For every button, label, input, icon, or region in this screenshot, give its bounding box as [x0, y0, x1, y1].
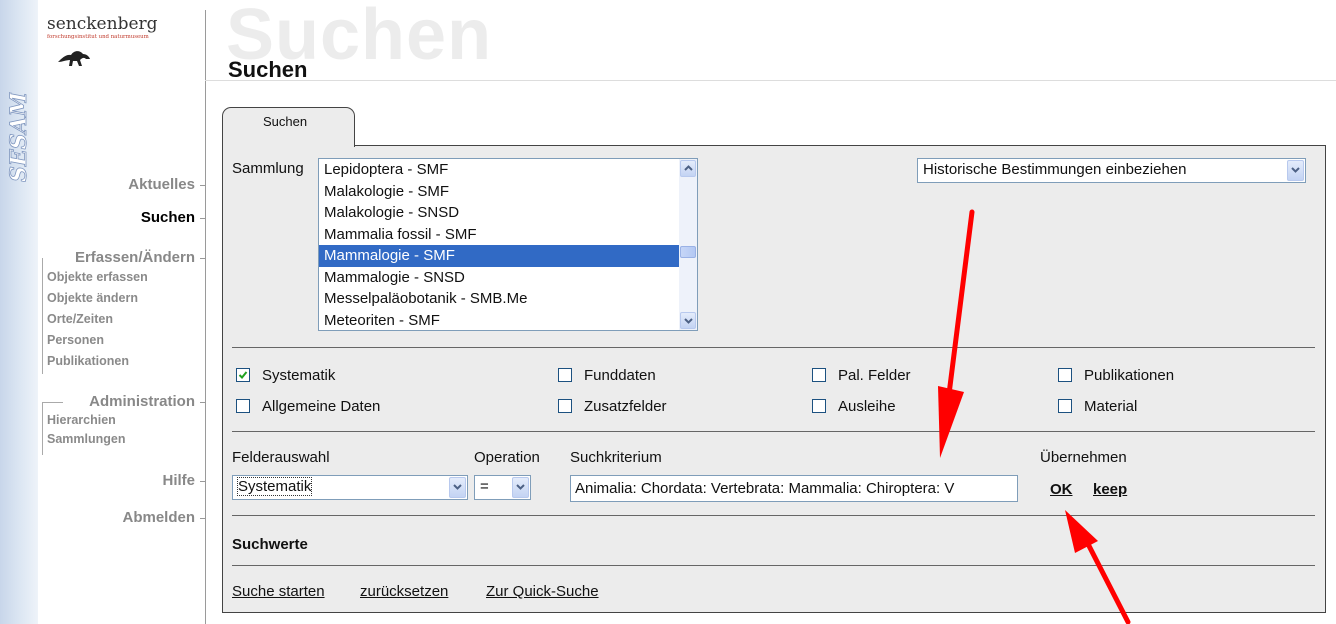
nav-group-bracket — [42, 258, 43, 374]
nav-tick — [200, 481, 205, 482]
pal-felder-checkbox[interactable] — [812, 368, 826, 382]
chevron-down-icon — [516, 484, 525, 490]
publikationen-label: Publikationen — [1084, 367, 1175, 384]
divider — [232, 431, 1315, 432]
systematik-label: Systematik — [262, 367, 336, 384]
dropdown-button[interactable] — [1287, 160, 1304, 181]
nav-sammlungen[interactable]: Sammlungen — [47, 432, 126, 446]
chevron-up-icon — [684, 165, 693, 171]
dropdown-button[interactable] — [449, 477, 466, 498]
suchkriterium-input[interactable]: Animalia: Chordata: Vertebrata: Mammalia… — [570, 475, 1018, 502]
sammlung-label: Sammlung — [232, 160, 304, 177]
ok-link[interactable]: OK — [1050, 481, 1073, 498]
nav-administration[interactable]: Administration — [89, 393, 195, 410]
page-title: Suchen — [228, 57, 308, 82]
suchwerte-heading: Suchwerte — [232, 536, 308, 553]
sesam-logo: SESAM — [6, 92, 33, 182]
systematik-checkbox[interactable] — [236, 368, 250, 382]
listbox-scrollbar[interactable] — [679, 159, 697, 330]
allgemeine-daten-checkbox[interactable] — [236, 399, 250, 413]
field-select-value: Systematik — [236, 477, 313, 496]
ausleihe-checkbox[interactable] — [812, 399, 826, 413]
nav-hilfe[interactable]: Hilfe — [162, 472, 195, 489]
sammlung-option[interactable]: Mammalogie - SNSD — [319, 267, 697, 289]
nav-abmelden[interactable]: Abmelden — [122, 509, 195, 526]
dinosaur-logo-icon — [58, 51, 90, 66]
felderauswahl-label: Felderauswahl — [232, 449, 330, 466]
nav-group-bracket — [42, 402, 63, 455]
sammlung-option[interactable]: Meteoriten - SMF — [319, 310, 697, 331]
material-checkbox[interactable] — [1058, 399, 1072, 413]
nav-tick — [200, 402, 205, 403]
publikationen-checkbox[interactable] — [1058, 368, 1072, 382]
sammlung-option[interactable]: Mammalia fossil - SMF — [319, 224, 697, 246]
historic-determinations-select[interactable]: Historische Bestimmungen einbeziehen — [917, 158, 1306, 183]
nav-objekte-erfassen[interactable]: Objekte erfassen — [47, 270, 148, 284]
nav-tick — [200, 258, 205, 259]
suchkriterium-label: Suchkriterium — [570, 449, 662, 466]
sammlung-listbox[interactable]: Lepidoptera - SMF Malakologie - SMF Mala… — [318, 158, 698, 331]
tab-suchen-label: Suchen — [263, 114, 308, 129]
nav-aktuelles[interactable]: Aktuelles — [128, 176, 195, 193]
zuruecksetzen-link[interactable]: zurücksetzen — [360, 583, 448, 600]
ausleihe-label: Ausleihe — [838, 398, 896, 415]
divider — [232, 347, 1315, 348]
sammlung-option[interactable]: Malakologie - SNSD — [319, 202, 697, 224]
funddaten-label: Funddaten — [584, 367, 656, 384]
tab-suchen[interactable]: Suchen — [222, 107, 355, 147]
allgemeine-daten-label: Allgemeine Daten — [262, 398, 381, 415]
sammlung-option-selected[interactable]: Mammalogie - SMF — [319, 245, 697, 267]
operation-label: Operation — [474, 449, 540, 466]
nav-orte-zeiten[interactable]: Orte/Zeiten — [47, 312, 113, 326]
nav-tick — [200, 185, 205, 186]
divider — [232, 565, 1315, 566]
nav-personen[interactable]: Personen — [47, 333, 104, 347]
chevron-down-icon — [684, 318, 693, 324]
quick-suche-link[interactable]: Zur Quick-Suche — [486, 583, 599, 600]
suche-starten-link[interactable]: Suche starten — [232, 583, 325, 600]
uebernehmen-label: Übernehmen — [1040, 449, 1127, 466]
nav-hierarchien[interactable]: Hierarchien — [47, 413, 116, 427]
sammlung-option[interactable]: Malakologie - SMF — [319, 181, 697, 203]
dropdown-button[interactable] — [512, 477, 529, 498]
chevron-down-icon — [1291, 167, 1300, 173]
header-separator — [205, 80, 1336, 81]
pal-felder-label: Pal. Felder — [838, 367, 911, 384]
sesam-logo-text: SESAM — [6, 92, 32, 182]
check-icon — [238, 371, 248, 379]
brand-name: senckenberg — [47, 14, 158, 34]
sammlung-option[interactable]: Messelpaläobotanik - SMB.Me — [319, 288, 697, 310]
material-label: Material — [1084, 398, 1138, 415]
zusatzfelder-label: Zusatzfelder — [584, 398, 667, 415]
sammlung-option[interactable]: Lepidoptera - SMF — [319, 159, 697, 181]
operation-select[interactable]: = — [474, 475, 531, 500]
scroll-down-button[interactable] — [680, 312, 696, 329]
suchkriterium-value: Animalia: Chordata: Vertebrata: Mammalia… — [575, 480, 955, 497]
divider — [232, 515, 1315, 516]
field-select[interactable]: Systematik — [232, 475, 468, 500]
scroll-up-button[interactable] — [680, 160, 696, 177]
operation-select-value: = — [480, 478, 489, 495]
nav-publikationen[interactable]: Publikationen — [47, 354, 129, 368]
scroll-thumb[interactable] — [680, 246, 696, 258]
nav-tick — [200, 218, 205, 219]
nav-suchen[interactable]: Suchen — [141, 209, 195, 226]
brand-subtitle: forschungsinstitut und naturmuseum — [47, 34, 149, 40]
nav-objekte-aendern[interactable]: Objekte ändern — [47, 291, 138, 305]
zusatzfelder-checkbox[interactable] — [558, 399, 572, 413]
nav-erfassen-aendern[interactable]: Erfassen/Ändern — [75, 249, 195, 266]
keep-link[interactable]: keep — [1093, 481, 1127, 498]
vertical-separator — [205, 10, 206, 624]
historic-select-value: Historische Bestimmungen einbeziehen — [923, 161, 1187, 178]
sesam-band: SESAM — [0, 0, 38, 624]
nav-tick — [200, 518, 205, 519]
funddaten-checkbox[interactable] — [558, 368, 572, 382]
chevron-down-icon — [453, 484, 462, 490]
